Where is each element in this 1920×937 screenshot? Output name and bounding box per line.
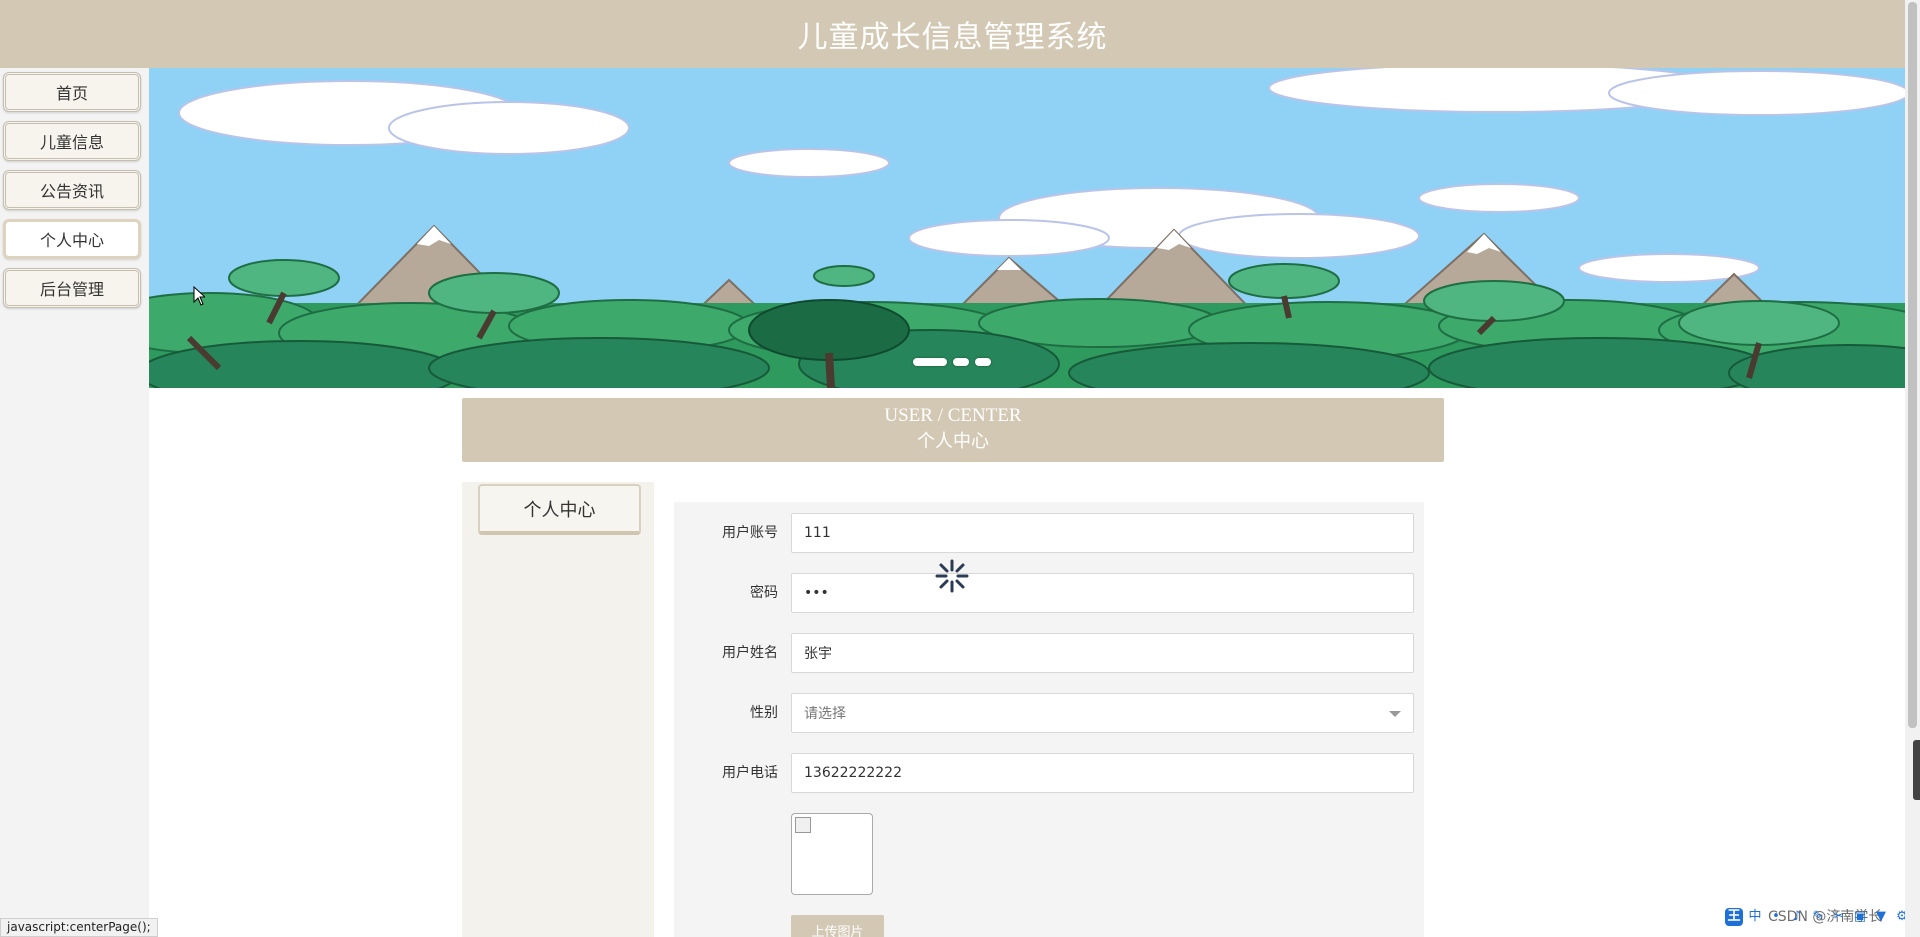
- sidebar-item-home[interactable]: 首页: [3, 72, 141, 112]
- scroll-thumb[interactable]: [1908, 2, 1917, 728]
- section-title-en: USER / CENTER: [884, 405, 1022, 426]
- profile-form: 用户账号 密码 用户姓名 性别 请选择 用户电话 上传图片: [674, 502, 1424, 937]
- broken-image-icon: [795, 817, 811, 833]
- password-label: 密码: [750, 585, 778, 601]
- image-icon[interactable]: ▣: [1851, 908, 1869, 926]
- account-input[interactable]: [791, 513, 1414, 553]
- password-input[interactable]: [791, 573, 1414, 613]
- punctuation-icon[interactable]: •: [1767, 908, 1785, 926]
- banner-image: [149, 68, 1905, 388]
- name-row: 用户姓名: [674, 633, 1414, 673]
- carousel-indicators: [913, 358, 991, 366]
- sidebar-item-user-center[interactable]: 个人中心: [3, 219, 141, 259]
- account-label: 用户账号: [722, 525, 778, 541]
- top-header: 儿童成长信息管理系统: [0, 0, 1905, 68]
- side-float-tab[interactable]: [1913, 740, 1920, 800]
- password-row: 密码: [674, 573, 1414, 613]
- pen-icon[interactable]: ✎: [1809, 908, 1827, 926]
- chevron-down-icon: [1389, 711, 1401, 717]
- sidebar-item-children[interactable]: 儿童信息: [3, 121, 141, 161]
- gender-select-placeholder: 请选择: [804, 706, 846, 722]
- carousel-dot-1[interactable]: [913, 358, 947, 366]
- carousel-dot-3[interactable]: [975, 358, 991, 366]
- section-title-cn: 个人中心: [917, 431, 989, 451]
- upload-image-button[interactable]: 上传图片: [791, 915, 884, 937]
- app-root: 儿童成长信息管理系统 首页 儿童信息 公告资讯 个人中心 后台管理 USER /…: [0, 0, 1920, 937]
- ime-mode-icon[interactable]: 中: [1746, 908, 1764, 926]
- section-title: USER / CENTER 个人中心: [462, 398, 1444, 462]
- banner-carousel[interactable]: [149, 68, 1905, 388]
- account-row: 用户账号: [674, 513, 1414, 553]
- gender-row: 性别 请选择: [674, 693, 1414, 733]
- avatar-preview: [791, 813, 873, 895]
- mouse-cursor-icon: [193, 286, 205, 306]
- user-center-nav: 个人中心: [462, 482, 654, 937]
- status-bar: javascript:centerPage();: [0, 918, 158, 937]
- name-label: 用户姓名: [722, 645, 778, 661]
- shirt-icon[interactable]: ▼: [1872, 908, 1890, 926]
- scissors-icon[interactable]: ✂: [1830, 908, 1848, 926]
- sidebar-item-admin[interactable]: 后台管理: [3, 268, 141, 308]
- gender-label: 性别: [750, 705, 778, 721]
- site-title: 儿童成长信息管理系统: [797, 20, 1108, 55]
- phone-row: 用户电话: [674, 753, 1414, 793]
- tab-user-center[interactable]: 个人中心: [478, 484, 641, 535]
- phone-label: 用户电话: [722, 765, 778, 781]
- name-input[interactable]: [791, 633, 1414, 673]
- loading-spinner-icon: [935, 559, 969, 593]
- sidebar-item-news[interactable]: 公告资讯: [3, 170, 141, 210]
- ime-logo-icon[interactable]: 王: [1725, 908, 1743, 926]
- gender-select[interactable]: 请选择: [791, 693, 1414, 733]
- ime-toolbar: 王 中 • ♪ ✎ ✂ ▣ ▼ ⚙: [1725, 908, 1911, 926]
- microphone-icon[interactable]: ♪: [1788, 908, 1806, 926]
- sidebar: 首页 儿童信息 公告资讯 个人中心 后台管理: [0, 68, 149, 937]
- phone-input[interactable]: [791, 753, 1414, 793]
- carousel-dot-2[interactable]: [953, 358, 969, 366]
